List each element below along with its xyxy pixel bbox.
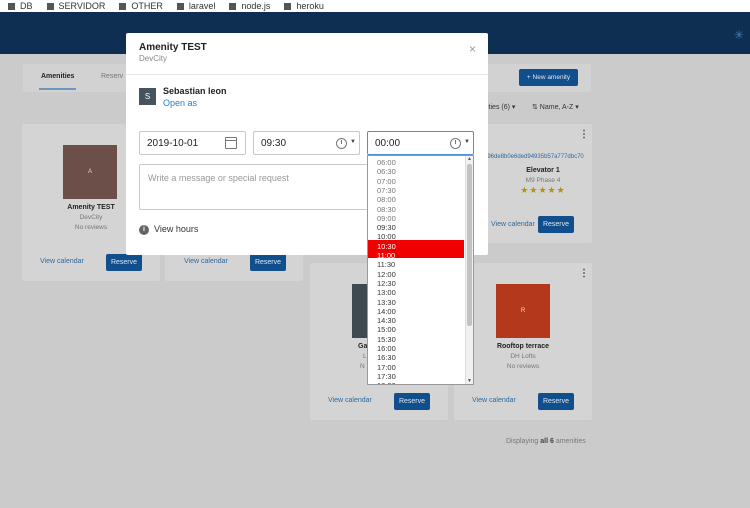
time-option[interactable]: 17:00 [377, 363, 396, 372]
amenity-name: Elevator 1 [526, 167, 560, 174]
clock-icon [450, 138, 461, 149]
end-time-dropdown-list[interactable]: 06:00 06:30 07:00 07:30 08:00 08:30 09:00 09:30… [367, 155, 474, 385]
time-option[interactable]: 08:00 [377, 195, 396, 204]
amenity-location: DH Lofts [510, 353, 536, 360]
modal-title: Amenity TEST [139, 42, 207, 53]
scroll-down-icon[interactable]: ▼ [467, 378, 472, 384]
info-icon: i [139, 225, 149, 235]
rating-stars: ★★★★★ [520, 185, 566, 195]
folder-icon [8, 2, 15, 10]
view-calendar-link[interactable]: View calendar [491, 221, 535, 228]
start-time-select[interactable]: 09:30 ▼ [253, 131, 360, 155]
view-calendar-link[interactable]: View calendar [472, 397, 516, 404]
time-option[interactable]: 06:30 [377, 167, 396, 176]
scrollbar[interactable]: ▲ ▼ [465, 156, 473, 384]
time-option[interactable]: 06:00 [377, 158, 396, 167]
bookmark-heroku[interactable]: heroku [284, 1, 324, 11]
end-time-select[interactable]: 00:00 ▼ [367, 131, 474, 155]
reserve-button[interactable]: Reserve [250, 254, 286, 271]
folder-icon [176, 2, 184, 10]
logo-icon: ✳ [733, 28, 744, 42]
time-option[interactable]: 08:30 [377, 205, 396, 214]
amenity-reviews: No reviews [506, 363, 540, 370]
end-time-value: 00:00 [375, 138, 401, 149]
time-option[interactable]: 12:30 [377, 279, 396, 288]
reserve-button[interactable]: Reserve [106, 254, 142, 271]
folder-icon [119, 2, 127, 10]
time-option[interactable]: 16:30 [377, 353, 396, 362]
more-options-icon[interactable]: ⋮ [579, 129, 589, 140]
folder-icon [46, 2, 54, 10]
tab-reservations[interactable]: Reserv [101, 73, 123, 80]
avatar: S [139, 88, 156, 105]
time-option[interactable]: 09:00 [377, 214, 396, 223]
category-filter[interactable]: ities (6) ▾ [487, 103, 515, 111]
time-option[interactable]: 11:00 [377, 251, 395, 260]
chevron-down-icon: ▼ [350, 139, 356, 145]
message-textarea[interactable]: Write a message or special request [139, 164, 369, 210]
time-option[interactable]: 16:00 [377, 344, 396, 353]
folder-icon [284, 2, 292, 10]
scrollbar-thumb[interactable] [467, 164, 472, 326]
divider [126, 74, 488, 75]
user-name: Sebastian leon [163, 86, 227, 96]
time-option[interactable]: 12:00 [377, 270, 396, 279]
time-option[interactable]: 10:00 [377, 232, 396, 241]
time-option[interactable]: 11:30 [377, 260, 395, 269]
reserve-button[interactable]: Reserve [538, 393, 574, 410]
amenity-id: 996de8b0e6ded94935b57a777dbc70 [484, 154, 584, 160]
view-calendar-link[interactable]: View calendar [184, 258, 228, 265]
date-input[interactable]: 2019-10-01 [139, 131, 246, 155]
amenity-card: ⋮ R Rooftop terrace DH Lofts No reviews … [454, 263, 592, 420]
bookmark-laravel[interactable]: laravel [176, 1, 215, 11]
time-option[interactable]: 13:30 [377, 298, 396, 307]
time-option[interactable]: 07:30 [377, 186, 396, 195]
view-calendar-link[interactable]: View calendar [40, 258, 84, 265]
open-as-link[interactable]: Open as [163, 98, 197, 108]
time-option[interactable]: 13:00 [377, 288, 396, 297]
time-option[interactable]: 09:30 [377, 223, 396, 232]
more-options-icon[interactable]: ⋮ [579, 268, 589, 279]
time-option[interactable]: 14:00 [377, 307, 396, 316]
bookmark-nodejs[interactable]: node.js [229, 1, 270, 11]
time-option[interactable]: 10:30 [377, 242, 396, 251]
amenity-reviews: N [360, 363, 365, 370]
amenities-count: Displaying all 6 amenities [506, 438, 586, 445]
tab-amenities[interactable]: Amenities [38, 73, 77, 90]
view-calendar-link[interactable]: View calendar [328, 397, 372, 404]
message-placeholder: Write a message or special request [148, 173, 289, 183]
chevron-down-icon: ▼ [464, 139, 470, 145]
bookmark-servidor[interactable]: SERVIDOR [46, 1, 105, 11]
time-option[interactable]: 18:00 [377, 381, 396, 384]
modal-subtitle: DevCity [139, 54, 168, 63]
bookmark-other[interactable]: OTHER [119, 1, 163, 11]
clock-icon [336, 138, 347, 149]
bookmarks-bar: DB SERVIDOR OTHER laravel node.js heroku [0, 0, 750, 12]
amenity-name: Ga [358, 343, 368, 350]
time-option[interactable]: 15:00 [377, 325, 396, 334]
time-option[interactable]: 15:30 [377, 335, 396, 344]
calendar-icon[interactable] [225, 137, 237, 149]
time-option[interactable]: 07:00 [377, 177, 396, 186]
amenity-thumbnail: R [496, 284, 550, 338]
amenity-thumbnail: A [63, 145, 117, 199]
amenity-name: Rooftop terrace [496, 343, 550, 350]
folder-icon [229, 2, 237, 10]
reserve-button[interactable]: Reserve [394, 393, 430, 410]
bookmark-db[interactable]: DB [8, 1, 33, 11]
date-value: 2019-10-01 [147, 138, 199, 149]
reserve-button[interactable]: Reserve [538, 216, 574, 233]
close-icon[interactable]: × [469, 42, 476, 56]
scroll-up-icon[interactable]: ▲ [467, 156, 472, 162]
time-option[interactable]: 14:30 [377, 316, 396, 325]
time-option[interactable]: 17:30 [377, 372, 396, 381]
sort-dropdown[interactable]: ⇅ Name, A-Z ▾ [532, 103, 579, 111]
new-amenity-button[interactable]: + New amenity [519, 69, 578, 86]
view-hours-link[interactable]: View hours [154, 224, 198, 234]
amenity-location: M9 Phase 4 [525, 177, 561, 184]
start-time-value: 09:30 [261, 138, 287, 149]
